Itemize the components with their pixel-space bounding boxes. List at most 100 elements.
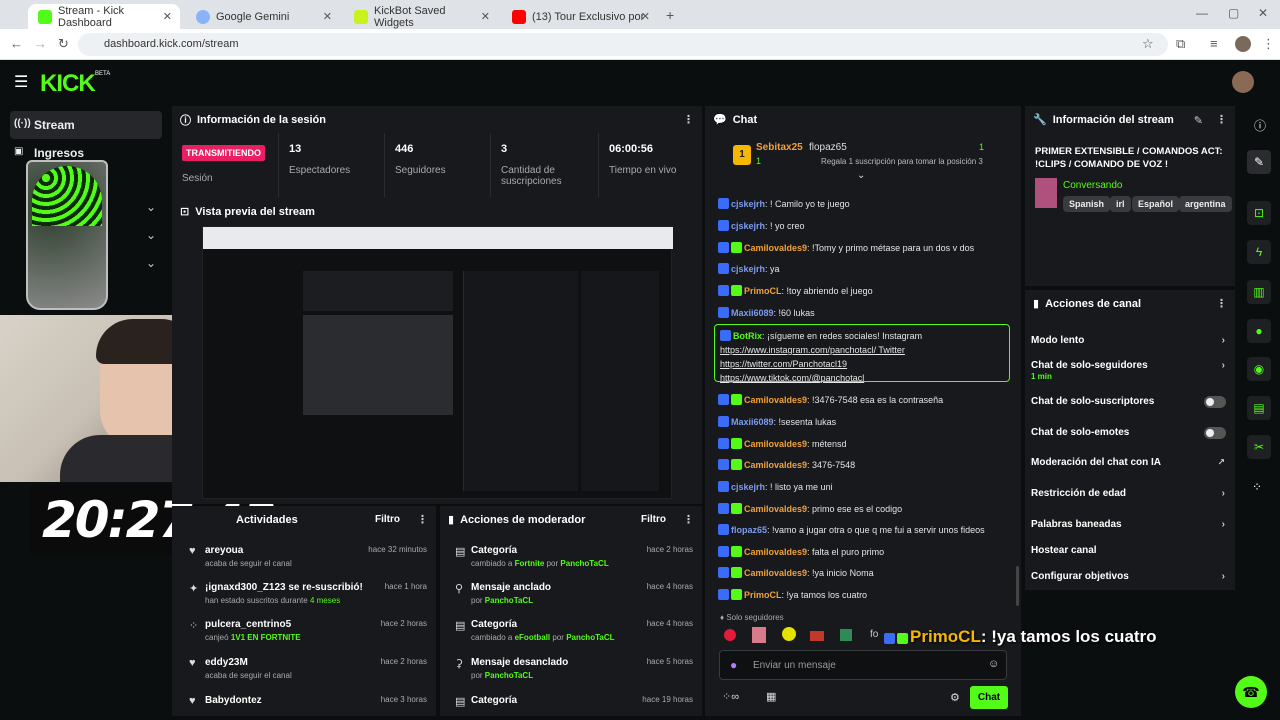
top-gifter-name[interactable]: Sebitax25	[756, 142, 803, 153]
url-input[interactable]: dashboard.kick.com/stream	[78, 33, 1168, 56]
action-host-channel[interactable]: Hostear canal	[1031, 545, 1225, 556]
lightning-icon[interactable]: ϟ	[1247, 240, 1271, 264]
clip-icon[interactable]: ⊡	[1247, 201, 1271, 225]
chat-message[interactable]: PrimoCL: !toy abriendo el juego	[718, 285, 873, 296]
chat-scrollbar[interactable]	[1016, 566, 1019, 606]
emote-icon[interactable]	[810, 631, 824, 641]
chat-message[interactable]: cjskejrh: ya	[718, 263, 780, 274]
send-chat-button[interactable]: Chat	[970, 686, 1008, 709]
action-ai-moderation[interactable]: Moderación del chat con IA ↗	[1031, 457, 1225, 468]
new-tab-icon[interactable]: +	[666, 7, 674, 23]
kick-logo[interactable]: KICK	[40, 70, 96, 98]
edit-pencil-icon[interactable]: ✎	[1194, 114, 1203, 127]
pinned-bot-message[interactable]: BotRix: ¡sígueme en redes sociales! Inst…	[714, 324, 1010, 385]
chevron-down-icon[interactable]: ⌄	[146, 200, 156, 214]
close-window-icon[interactable]: ✕	[1258, 6, 1268, 20]
chat-message[interactable]: Camilovaldes9: !Tomy y primo métase para…	[718, 242, 974, 253]
more-options-icon[interactable]: ⋮	[683, 113, 694, 126]
emote-icon[interactable]: fo	[870, 629, 878, 640]
chat-message[interactable]: PrimoCL: !ya tamos los cuatro	[718, 589, 867, 600]
chat-username[interactable]: Camilovaldes9	[744, 243, 807, 253]
chat-username[interactable]: PrimoCL	[744, 590, 782, 600]
chat-username[interactable]: cjskejrh	[731, 221, 765, 231]
layout-icon[interactable]: ▤	[1247, 396, 1271, 420]
more-options-icon[interactable]: ⋮	[1216, 113, 1227, 126]
maximize-icon[interactable]: ▢	[1228, 6, 1239, 20]
chat-message[interactable]: Maxii6089: !sesenta lukas	[718, 416, 836, 427]
subs-only-toggle[interactable]	[1204, 396, 1226, 408]
chat-username[interactable]: Camilovaldes9	[744, 504, 807, 514]
action-slow-mode[interactable]: Modo lento ›	[1031, 335, 1225, 346]
chat-username[interactable]: Camilovaldes9	[744, 395, 807, 405]
emote-icon[interactable]	[782, 627, 796, 641]
profile-avatar[interactable]	[1235, 36, 1251, 52]
close-tab-icon[interactable]: ✕	[481, 10, 490, 23]
chat-username[interactable]: flopaz65	[731, 525, 767, 535]
extensions-icon[interactable]: ⧉	[1176, 36, 1185, 52]
action-goals[interactable]: Configurar objetivos ›	[1031, 571, 1225, 582]
browser-tab-kick[interactable]: Stream - Kick Dashboard ✕	[28, 4, 180, 29]
points-icon[interactable]: ⁘	[1252, 480, 1262, 494]
emote-icon[interactable]	[840, 629, 852, 641]
second-gifter-name[interactable]: flopaz65	[809, 142, 847, 153]
chevron-down-icon[interactable]: ⌄	[146, 228, 156, 242]
chat-username[interactable]: Camilovaldes9	[744, 460, 807, 470]
help-support-icon[interactable]: ☎	[1235, 676, 1267, 708]
action-age-restriction[interactable]: Restricción de edad ›	[1031, 488, 1225, 499]
chat-message[interactable]: flopaz65: !vamo a jugar otra o que q me …	[718, 524, 985, 535]
action-banned-words[interactable]: Palabras baneadas ›	[1031, 519, 1225, 530]
chat-link[interactable]: https://twitter.com/Panchotacl19	[720, 357, 1004, 371]
chat-message[interactable]: Camilovaldes9: !3476-7548 esa es la cont…	[718, 394, 943, 405]
chat-username[interactable]: cjskejrh	[731, 199, 765, 209]
chat-username[interactable]: Camilovaldes9	[744, 439, 807, 449]
chat-message[interactable]: Camilovaldes9: !ya inicio Noma	[718, 567, 874, 578]
edit-layout-icon[interactable]: ✎	[1247, 150, 1271, 174]
microphone-icon[interactable]: ●	[730, 658, 737, 672]
chat-username[interactable]: cjskejrh	[731, 264, 765, 274]
emote-icon[interactable]	[752, 627, 766, 643]
chat-username[interactable]: cjskejrh	[731, 482, 765, 492]
sidebar-item-stream[interactable]: ((·)) Stream	[10, 111, 162, 139]
chat-input-box[interactable]: ● Enviar un mensaje ☺	[719, 650, 1007, 680]
chat-username[interactable]: Camilovaldes9	[744, 547, 807, 557]
more-options-icon[interactable]: ⋮	[1216, 297, 1227, 310]
chat-settings-gear-icon[interactable]: ⚙	[950, 691, 960, 704]
gift-icon[interactable]: ▦	[766, 690, 776, 703]
browser-menu-icon[interactable]: ⋮	[1262, 36, 1275, 52]
browser-tab-kickbot[interactable]: KickBot Saved Widgets ✕	[344, 4, 498, 29]
broadcast-icon[interactable]: ◉	[1247, 357, 1271, 381]
browser-tab-gemini[interactable]: Google Gemini ✕	[186, 4, 340, 29]
category-name[interactable]: Conversando	[1063, 180, 1122, 191]
chat-message[interactable]: Camilovaldes9: primo ese es el codigo	[718, 503, 902, 514]
chevron-down-icon[interactable]: ⌄	[146, 256, 156, 270]
chat-link[interactable]: https://www.instagram.com/panchotacl/ Tw…	[720, 343, 1004, 357]
bookmark-star-icon[interactable]: ☆	[1142, 36, 1154, 52]
reload-icon[interactable]: ↻	[58, 36, 69, 52]
media-icon[interactable]: ≡	[1210, 36, 1218, 51]
chat-bubble-icon[interactable]: ●	[1247, 319, 1271, 343]
chat-link[interactable]: https://www.tiktok.com/@panchotacl	[720, 371, 1004, 385]
close-tab-icon[interactable]: ✕	[163, 10, 172, 23]
filter-button[interactable]: Filtro	[375, 514, 400, 525]
emoji-icon[interactable]: ☺	[988, 658, 999, 670]
back-icon[interactable]: ←	[10, 36, 23, 51]
stream-preview-video[interactable]	[202, 226, 673, 499]
chat-message[interactable]: Maxii6089: !60 lukas	[718, 307, 815, 318]
minimize-icon[interactable]: —	[1196, 6, 1208, 20]
chat-username[interactable]: BotRix	[733, 331, 762, 341]
info-icon[interactable]: ⓘ	[1254, 117, 1266, 134]
close-tab-icon[interactable]: ✕	[641, 10, 650, 23]
chat-username[interactable]: Maxii6089	[731, 308, 774, 318]
action-followers-only[interactable]: Chat de solo-seguidores 1 min ›	[1031, 360, 1225, 381]
chat-message[interactable]: Camilovaldes9: 3476-7548	[718, 459, 855, 470]
browser-tab-youtube[interactable]: (13) Tour Exclusivo por la multi ✕	[502, 4, 658, 29]
more-options-icon[interactable]: ⋮	[683, 513, 694, 526]
hamburger-menu-icon[interactable]: ☰	[14, 72, 28, 92]
forward-icon[interactable]: →	[34, 36, 47, 51]
chat-message[interactable]: cjskejrh: ! listo ya me uni	[718, 481, 833, 492]
close-tab-icon[interactable]: ✕	[323, 10, 332, 23]
points-icon[interactable]: ⁘∞	[722, 690, 739, 703]
chat-username[interactable]: Camilovaldes9	[744, 568, 807, 578]
emotes-only-toggle[interactable]	[1204, 427, 1226, 439]
chat-username[interactable]: Maxii6089	[731, 417, 774, 427]
